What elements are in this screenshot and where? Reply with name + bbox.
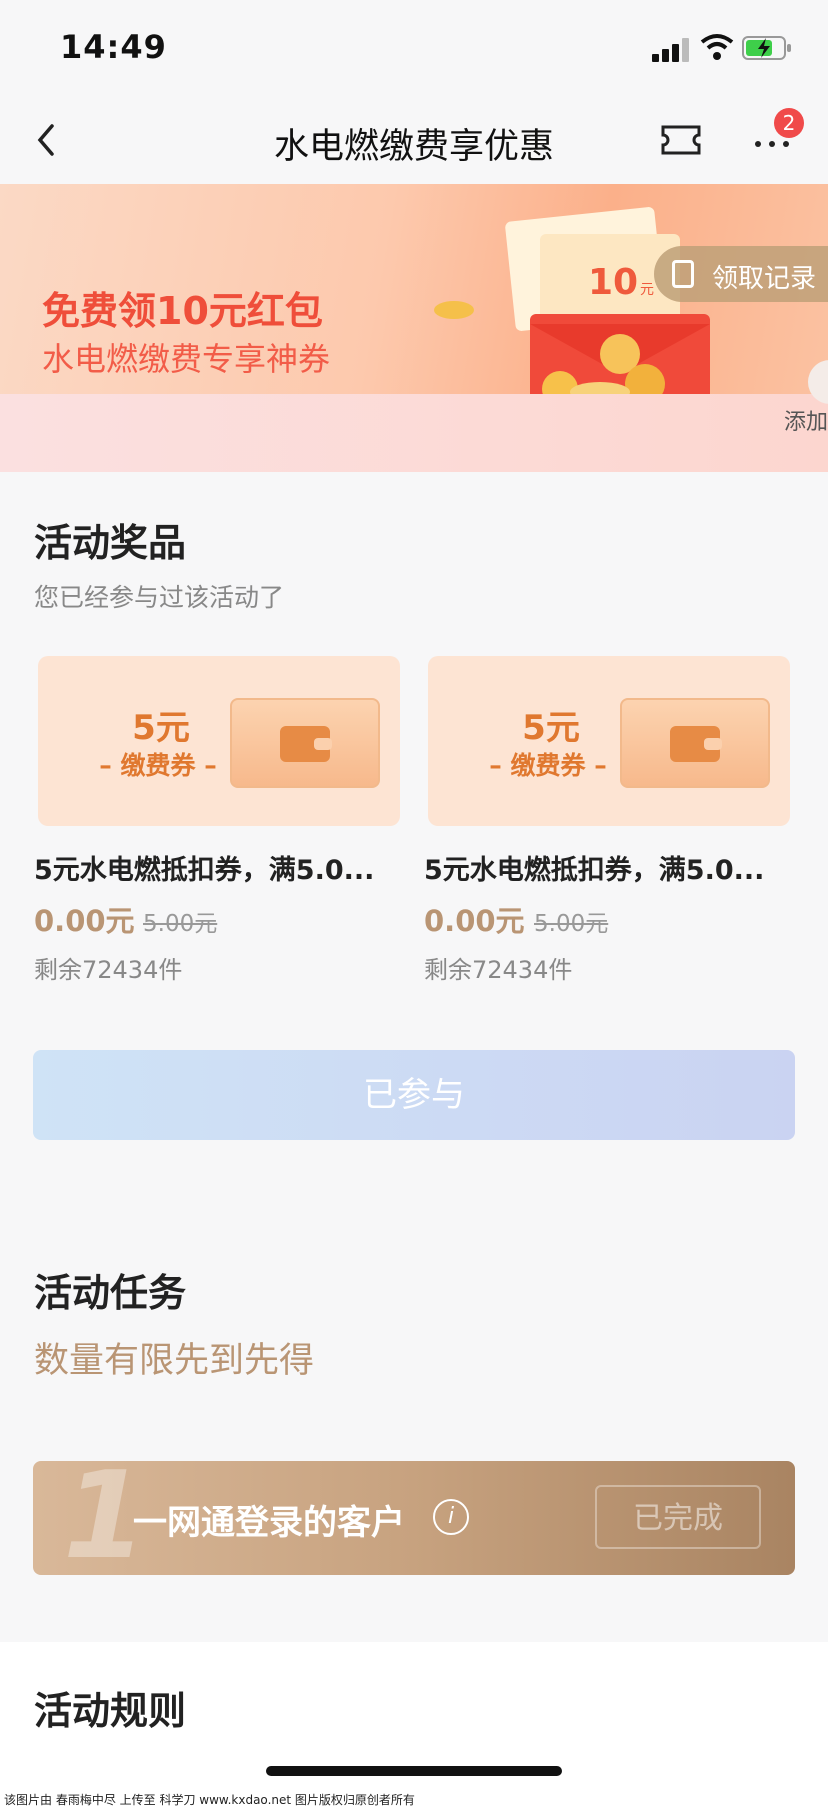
add-label[interactable]: 添加 bbox=[784, 404, 828, 436]
watermark-text: 该图片由 春雨梅中尽 上传至 科学刀 www.kxdao.net 图片版权归原创… bbox=[0, 1790, 828, 1810]
prize-price: 0.00元 bbox=[34, 904, 135, 938]
banner-headline: 免费领10元红包 bbox=[42, 289, 323, 333]
wallet-icon bbox=[670, 726, 722, 762]
coupon-amount: 5元 bbox=[132, 708, 190, 748]
claim-record-label: 领取记录 bbox=[712, 264, 817, 294]
banner-subline: 水电燃缴费专享神券 bbox=[42, 340, 331, 378]
coupon-type: – 缴费券 – bbox=[99, 751, 217, 780]
status-time: 14:49 bbox=[60, 28, 167, 66]
svg-text:10: 10 bbox=[588, 262, 638, 303]
prizes-subtitle: 您已经参与过该活动了 bbox=[34, 583, 285, 612]
tasks-subtitle: 数量有限先到先得 bbox=[34, 1341, 315, 1381]
coupon-ticket-graphic bbox=[230, 698, 380, 788]
coupon-card[interactable]: 5元 – 缴费券 – bbox=[428, 656, 790, 826]
battery-charging-icon bbox=[742, 36, 791, 60]
wifi-icon bbox=[700, 34, 734, 60]
page-title: 水电燃缴费享优惠 bbox=[273, 127, 554, 167]
coupon-amount: 5元 bbox=[522, 708, 580, 748]
svg-text:元: 元 bbox=[640, 282, 654, 298]
task-card: 1 一网通登录的客户 i 已完成 bbox=[33, 1461, 795, 1575]
info-icon[interactable]: i bbox=[433, 1499, 469, 1535]
signal-icon bbox=[652, 38, 690, 62]
prize-stock: 剩余72434件 bbox=[34, 956, 183, 984]
prize-original-price: 5.00元 bbox=[534, 911, 609, 937]
wallet-icon bbox=[280, 726, 332, 762]
ticket-icon[interactable] bbox=[660, 124, 702, 156]
rules-title: 活动规则 bbox=[34, 1689, 187, 1733]
banner-bottom-band bbox=[0, 394, 828, 472]
prize-price: 0.00元 bbox=[424, 904, 525, 938]
coin-icon bbox=[434, 301, 474, 319]
home-indicator[interactable] bbox=[266, 1766, 562, 1776]
prize-name[interactable]: 5元水电燃抵扣券，满5.0... bbox=[424, 848, 764, 887]
notification-badge: 2 bbox=[774, 108, 804, 138]
tasks-title: 活动任务 bbox=[34, 1271, 187, 1315]
document-icon bbox=[672, 260, 694, 288]
prizes-title: 活动奖品 bbox=[34, 521, 187, 565]
prize-name[interactable]: 5元水电燃抵扣券，满5.0... bbox=[34, 848, 374, 887]
coupon-ticket-graphic bbox=[620, 698, 770, 788]
coupon-type: – 缴费券 – bbox=[489, 751, 607, 780]
claim-record-button[interactable]: 领取记录 bbox=[654, 246, 828, 302]
task-status-button[interactable]: 已完成 bbox=[595, 1485, 761, 1549]
prize-stock: 剩余72434件 bbox=[424, 956, 573, 984]
joined-button[interactable]: 已参与 bbox=[33, 1050, 795, 1140]
task-label: 一网通登录的客户 bbox=[133, 1503, 405, 1543]
coupon-card[interactable]: 5元 – 缴费券 – bbox=[38, 656, 400, 826]
prize-original-price: 5.00元 bbox=[143, 911, 218, 937]
